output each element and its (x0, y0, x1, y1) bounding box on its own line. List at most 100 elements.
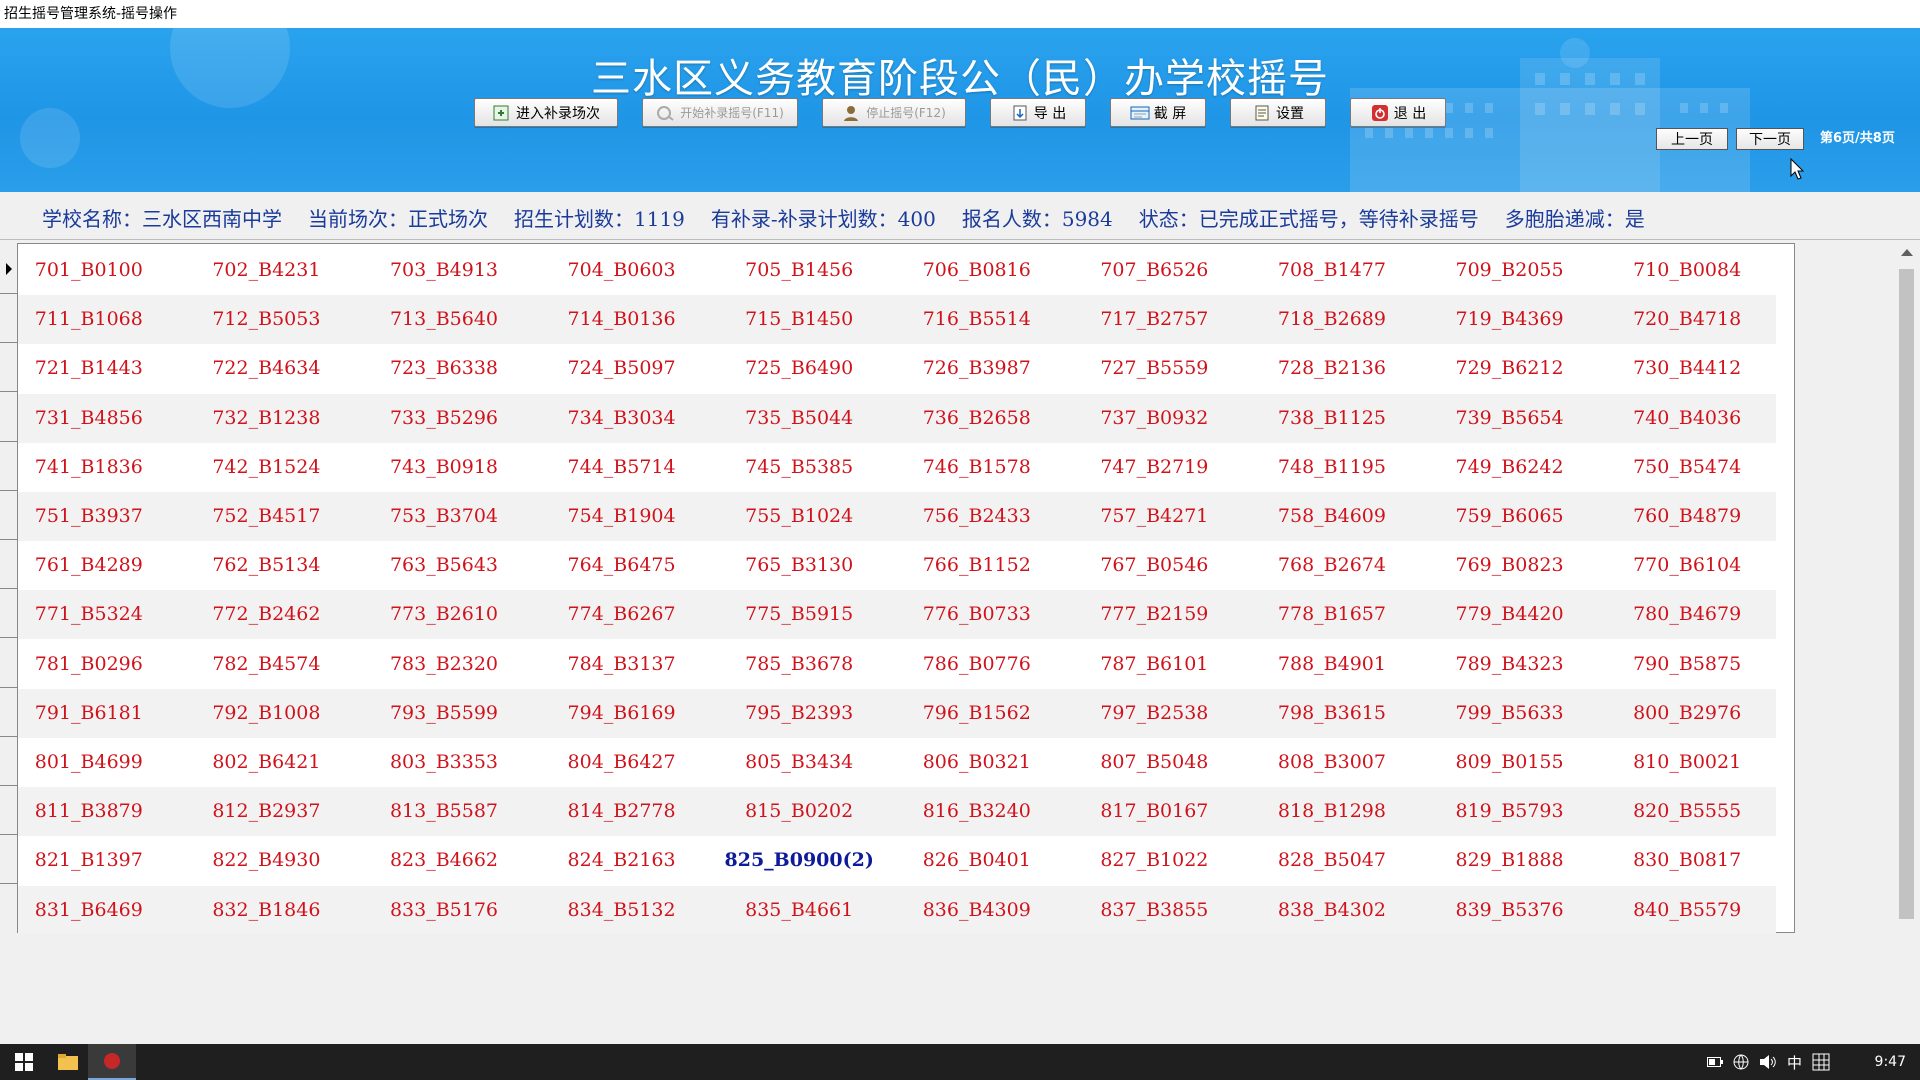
lottery-entry-cell[interactable]: 801_B4699 (0, 738, 178, 787)
row-selector[interactable] (0, 835, 18, 885)
table-row[interactable]: 831_B6469 832_B1846 833_B5176 834_B5132 835_… (0, 885, 1776, 935)
lottery-entry-cell[interactable]: 745_B5385 (710, 443, 888, 492)
lottery-entry-cell[interactable]: 818_B1298 (1243, 787, 1421, 836)
row-selector[interactable] (0, 885, 18, 934)
lottery-entry-cell[interactable]: 812_B2937 (178, 787, 356, 836)
lottery-entry-cell[interactable]: 706_B0816 (888, 246, 1066, 295)
lottery-entry-cell[interactable]: 752_B4517 (178, 492, 356, 541)
lottery-entry-cell[interactable]: 826_B0401 (888, 836, 1066, 885)
lottery-entry-cell[interactable]: 780_B4679 (1598, 590, 1776, 639)
lottery-entry-cell[interactable]: 750_B5474 (1598, 443, 1776, 492)
lottery-entry-cell[interactable]: 770_B6104 (1598, 541, 1776, 590)
row-selector[interactable] (0, 393, 18, 442)
lottery-entry-cell[interactable]: 766_B1152 (888, 541, 1066, 590)
lottery-entry-cell[interactable]: 743_B0918 (355, 443, 533, 492)
lottery-entry-cell[interactable]: 713_B5640 (355, 295, 533, 344)
lottery-entry-cell[interactable]: 793_B5599 (355, 689, 533, 738)
vertical-scrollbar[interactable] (1893, 243, 1920, 1044)
lottery-entry-cell[interactable]: 840_B5579 (1598, 886, 1776, 935)
lottery-entry-cell[interactable]: 724_B5097 (533, 344, 711, 393)
lottery-entry-cell[interactable]: 722_B4634 (178, 344, 356, 393)
lottery-entry-cell[interactable]: 757_B4271 (1066, 492, 1244, 541)
lottery-entry-cell[interactable]: 758_B4609 (1243, 492, 1421, 541)
lottery-entry-cell[interactable]: 746_B1578 (888, 443, 1066, 492)
exit-button[interactable]: 退 出 (1350, 98, 1446, 127)
lottery-entry-cell[interactable]: 806_B0321 (888, 738, 1066, 787)
lottery-entry-cell[interactable]: 810_B0021 (1598, 738, 1776, 787)
lottery-entry-cell[interactable]: 738_B1125 (1243, 394, 1421, 443)
lottery-entry-cell[interactable]: 748_B1195 (1243, 443, 1421, 492)
lottery-entry-cell[interactable]: 751_B3937 (0, 492, 178, 541)
row-selector[interactable] (0, 688, 18, 737)
lottery-entry-cell[interactable]: 765_B3130 (710, 541, 888, 590)
lottery-entry-cell[interactable]: 832_B1846 (178, 886, 356, 935)
input-method-indicator[interactable]: 中 (1787, 1052, 1802, 1073)
lottery-entry-cell[interactable]: 764_B6475 (533, 541, 711, 590)
table-row[interactable]: 801_B4699 802_B6421 803_B3353 804_B6427 805_… (0, 738, 1776, 787)
lottery-entry-cell[interactable]: 831_B6469 (0, 886, 178, 935)
lottery-entry-cell[interactable]: 719_B4369 (1421, 295, 1599, 344)
lottery-entry-cell[interactable]: 714_B0136 (533, 295, 711, 344)
lottery-entry-cell[interactable]: 775_B5915 (710, 590, 888, 639)
lottery-entry-cell[interactable]: 790_B5875 (1598, 640, 1776, 689)
lottery-entry-cell[interactable]: 791_B6181 (0, 689, 178, 738)
row-selector[interactable] (0, 442, 18, 491)
lottery-entry-cell[interactable]: 718_B2689 (1243, 295, 1421, 344)
lottery-entry-cell[interactable]: 711_B1068 (0, 295, 178, 344)
battery-icon[interactable] (1706, 1056, 1723, 1068)
system-clock[interactable]: 9:47 (1875, 1044, 1906, 1080)
lottery-entry-cell[interactable]: 776_B0733 (888, 590, 1066, 639)
lottery-entry-cell[interactable]: 834_B5132 (533, 886, 711, 935)
lottery-entry-cell[interactable]: 833_B5176 (355, 886, 533, 935)
lottery-entry-cell[interactable]: 761_B4289 (0, 541, 178, 590)
enter-supplement-button[interactable]: 进入补录场次 (474, 98, 618, 127)
lottery-entry-cell[interactable]: 825_B0900(2) (710, 836, 888, 885)
lottery-entry-cell[interactable]: 788_B4901 (1243, 640, 1421, 689)
lottery-entry-cell[interactable]: 710_B0084 (1598, 246, 1776, 295)
lottery-entry-cell[interactable]: 729_B6212 (1421, 344, 1599, 393)
lottery-entry-cell[interactable]: 723_B6338 (355, 344, 533, 393)
lottery-entry-cell[interactable]: 760_B4879 (1598, 492, 1776, 541)
lottery-entry-cell[interactable]: 804_B6427 (533, 738, 711, 787)
lottery-entry-cell[interactable]: 816_B3240 (888, 787, 1066, 836)
lottery-entry-cell[interactable]: 755_B1024 (710, 492, 888, 541)
lottery-entry-cell[interactable]: 798_B3615 (1243, 689, 1421, 738)
lottery-entry-cell[interactable]: 736_B2658 (888, 394, 1066, 443)
lottery-entry-cell[interactable]: 805_B3434 (710, 738, 888, 787)
lottery-entry-cell[interactable]: 814_B2778 (533, 787, 711, 836)
lottery-entry-cell[interactable]: 721_B1443 (0, 344, 178, 393)
table-row[interactable]: 761_B4289 762_B5134 763_B5643 764_B6475 765_… (0, 541, 1776, 590)
lottery-entry-cell[interactable]: 822_B4930 (178, 836, 356, 885)
table-row[interactable]: 781_B0296 782_B4574 783_B2320 784_B3137 785_… (0, 640, 1776, 689)
table-row[interactable]: 701_B0100 702_B4231 703_B4913 704_B0603 705_… (0, 246, 1776, 295)
lottery-entry-cell[interactable]: 797_B2538 (1066, 689, 1244, 738)
lottery-entry-cell[interactable]: 705_B1456 (710, 246, 888, 295)
lottery-entry-cell[interactable]: 792_B1008 (178, 689, 356, 738)
lottery-entry-cell[interactable]: 769_B0823 (1421, 541, 1599, 590)
lottery-entry-cell[interactable]: 749_B6242 (1421, 443, 1599, 492)
lottery-entry-cell[interactable]: 717_B2757 (1066, 295, 1244, 344)
table-row[interactable]: 811_B3879 812_B2937 813_B5587 814_B2778 815_… (0, 787, 1776, 837)
lottery-entry-cell[interactable]: 830_B0817 (1598, 836, 1776, 885)
start-supplement-button[interactable]: 开始补录摇号(F11) (642, 98, 798, 127)
lottery-entry-cell[interactable]: 835_B4661 (710, 886, 888, 935)
lottery-entry-cell[interactable]: 779_B4420 (1421, 590, 1599, 639)
lottery-entry-cell[interactable]: 811_B3879 (0, 787, 178, 836)
volume-icon[interactable] (1759, 1054, 1777, 1070)
lottery-entry-cell[interactable]: 734_B3034 (533, 394, 711, 443)
lottery-entry-cell[interactable]: 702_B4231 (178, 246, 356, 295)
lottery-entry-cell[interactable]: 782_B4574 (178, 640, 356, 689)
lottery-entry-cell[interactable]: 820_B5555 (1598, 787, 1776, 836)
table-row[interactable]: 741_B1836 742_B1524 743_B0918 744_B5714 745_… (0, 443, 1776, 492)
table-row[interactable]: 751_B3937 752_B4517 753_B3704 754_B1904 755_… (0, 492, 1776, 541)
row-selector[interactable] (0, 639, 18, 688)
table-row[interactable]: 731_B4856 732_B1238 733_B5296 734_B3034 735_… (0, 393, 1776, 443)
lottery-entry-cell[interactable]: 715_B1450 (710, 295, 888, 344)
lottery-entry-cell[interactable]: 783_B2320 (355, 640, 533, 689)
lottery-entry-cell[interactable]: 771_B5324 (0, 590, 178, 639)
lottery-entry-cell[interactable]: 778_B1657 (1243, 590, 1421, 639)
lottery-entry-cell[interactable]: 773_B2610 (355, 590, 533, 639)
lottery-entry-cell[interactable]: 821_B1397 (0, 836, 178, 885)
lottery-entry-cell[interactable]: 800_B2976 (1598, 689, 1776, 738)
settings-button[interactable]: 设置 (1230, 98, 1326, 127)
